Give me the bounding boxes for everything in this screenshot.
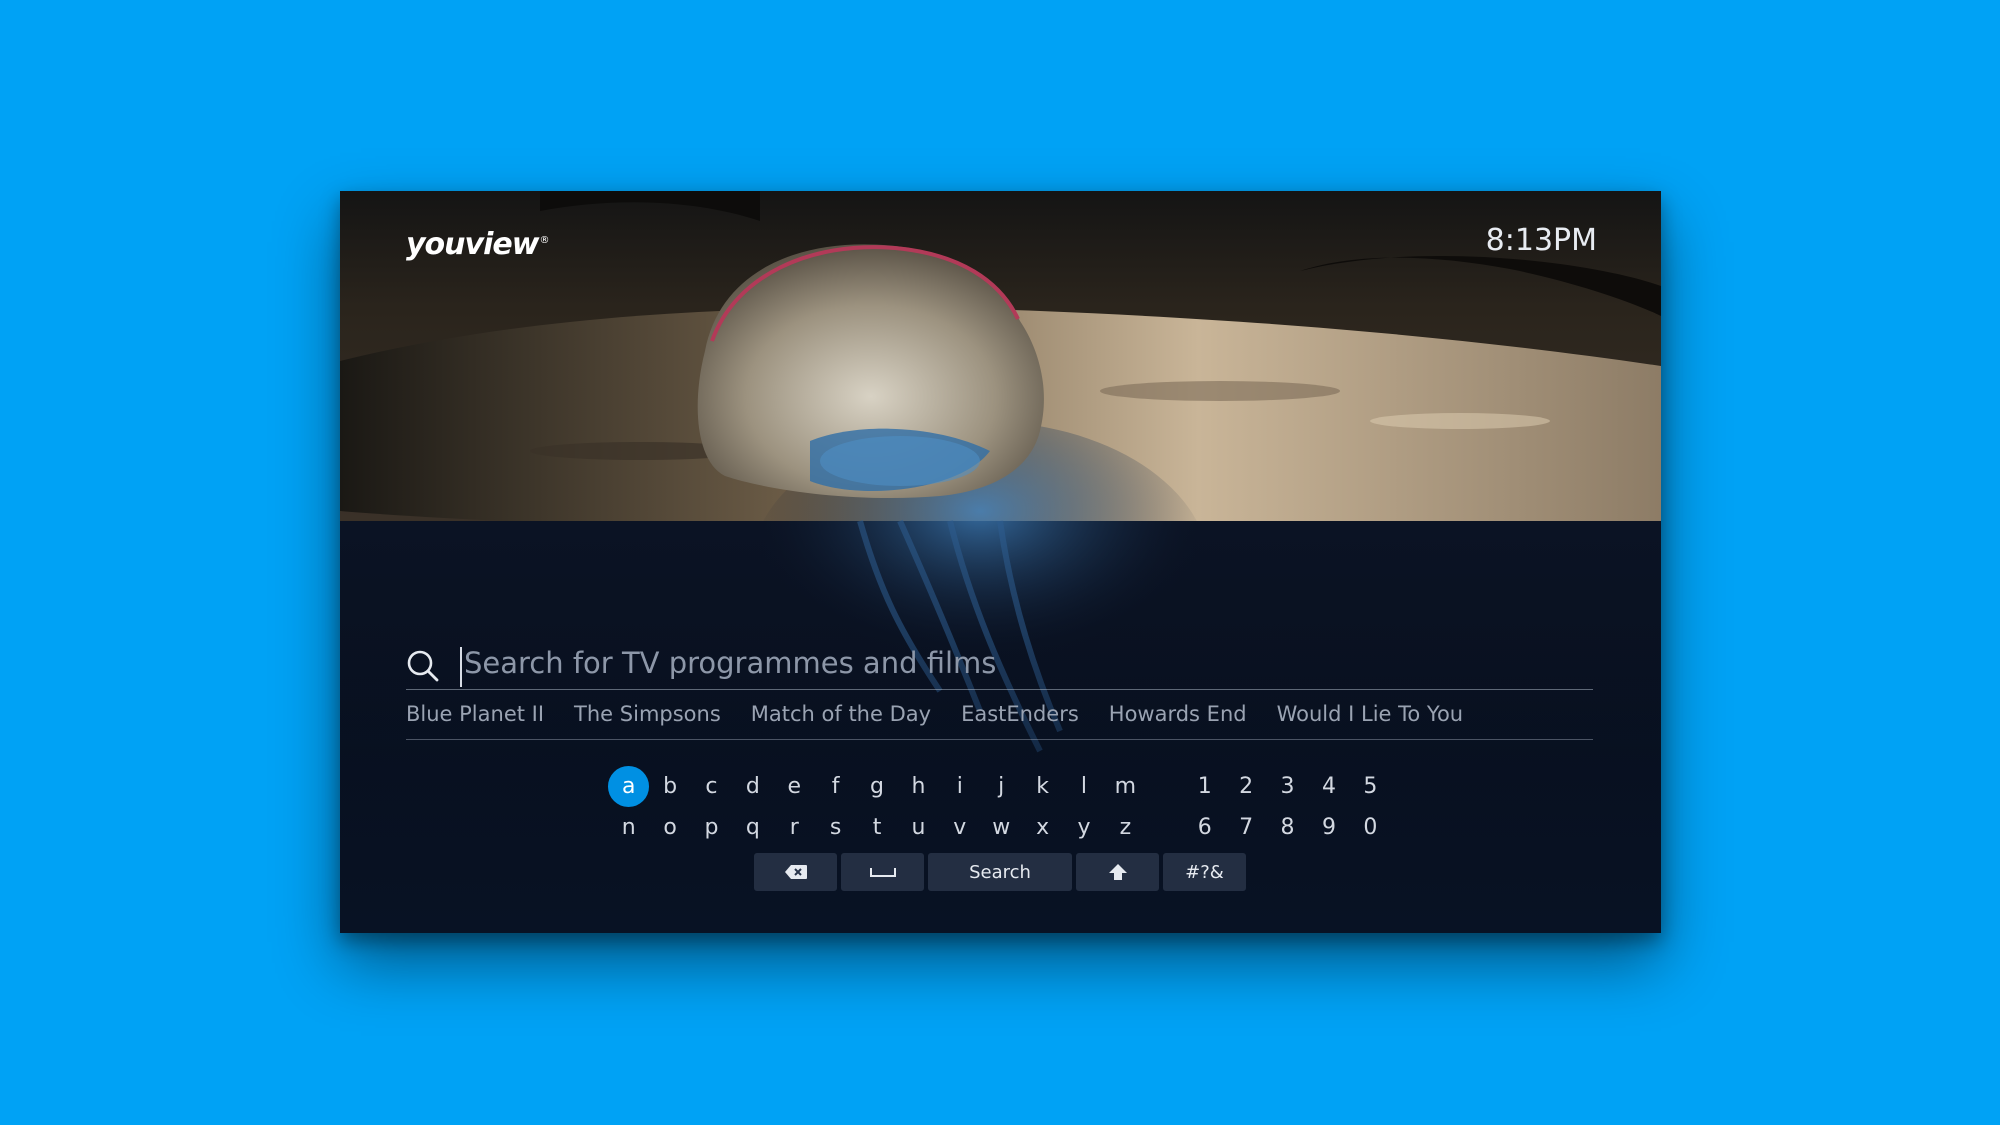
backspace-icon bbox=[784, 865, 807, 879]
keyboard-function-row: Search #?& bbox=[754, 853, 1246, 891]
key-j[interactable]: j bbox=[981, 766, 1022, 807]
key-a[interactable]: a bbox=[608, 766, 650, 807]
key-i[interactable]: i bbox=[939, 766, 980, 807]
key-r[interactable]: r bbox=[774, 807, 815, 848]
key-u[interactable]: u bbox=[898, 807, 939, 848]
space-button[interactable] bbox=[841, 853, 924, 891]
key-n[interactable]: n bbox=[608, 807, 649, 848]
key-6[interactable]: 6 bbox=[1184, 807, 1225, 848]
key-c[interactable]: c bbox=[691, 766, 732, 807]
suggestion-item[interactable]: EastEnders bbox=[961, 702, 1079, 726]
key-v[interactable]: v bbox=[939, 807, 980, 848]
symbols-button[interactable]: #?& bbox=[1163, 853, 1246, 891]
key-0[interactable]: 0 bbox=[1350, 807, 1391, 848]
keyboard-row-2: n o p q r s t u v w x y z 6 7 8 9 0 bbox=[608, 807, 1391, 848]
key-8[interactable]: 8 bbox=[1267, 807, 1308, 848]
key-t[interactable]: t bbox=[856, 807, 897, 848]
suggestion-item[interactable]: Howards End bbox=[1109, 702, 1247, 726]
space-icon bbox=[869, 868, 896, 877]
key-9[interactable]: 9 bbox=[1308, 807, 1349, 848]
key-l[interactable]: l bbox=[1063, 766, 1104, 807]
shift-icon bbox=[1108, 864, 1127, 880]
key-d[interactable]: d bbox=[732, 766, 773, 807]
suggestion-item[interactable]: Match of the Day bbox=[751, 702, 931, 726]
key-o[interactable]: o bbox=[649, 807, 690, 848]
text-cursor bbox=[460, 647, 462, 687]
key-w[interactable]: w bbox=[981, 807, 1022, 848]
key-7[interactable]: 7 bbox=[1225, 807, 1266, 848]
suggestion-item[interactable]: Blue Planet II bbox=[406, 702, 544, 726]
key-x[interactable]: x bbox=[1022, 807, 1063, 848]
key-m[interactable]: m bbox=[1105, 766, 1146, 807]
search-icon bbox=[407, 650, 439, 682]
logo-text: youview bbox=[406, 227, 539, 262]
keyboard-row-1: a b c d e f g h i j k l m 1 2 3 4 5 bbox=[608, 766, 1391, 807]
key-e[interactable]: e bbox=[774, 766, 815, 807]
key-g[interactable]: g bbox=[856, 766, 897, 807]
shift-button[interactable] bbox=[1076, 853, 1159, 891]
search-bar[interactable] bbox=[406, 641, 1593, 690]
key-z[interactable]: z bbox=[1105, 807, 1146, 848]
key-3[interactable]: 3 bbox=[1267, 766, 1308, 807]
search-input[interactable] bbox=[464, 641, 1564, 685]
clock: 8:13PM bbox=[1485, 223, 1597, 258]
search-button[interactable]: Search bbox=[928, 853, 1072, 891]
key-q[interactable]: q bbox=[732, 807, 773, 848]
key-p[interactable]: p bbox=[691, 807, 732, 848]
registered-mark: ® bbox=[539, 235, 549, 246]
tv-screen: youview® 8:13PM Blue Planet II The Simps… bbox=[340, 191, 1661, 933]
key-2[interactable]: 2 bbox=[1225, 766, 1266, 807]
key-k[interactable]: k bbox=[1022, 766, 1063, 807]
key-y[interactable]: y bbox=[1063, 807, 1104, 848]
key-1[interactable]: 1 bbox=[1184, 766, 1225, 807]
youview-logo: youview® bbox=[406, 227, 549, 262]
suggestion-item[interactable]: Would I Lie To You bbox=[1277, 702, 1464, 726]
key-5[interactable]: 5 bbox=[1350, 766, 1391, 807]
key-s[interactable]: s bbox=[815, 807, 856, 848]
key-f[interactable]: f bbox=[815, 766, 856, 807]
backspace-button[interactable] bbox=[754, 853, 837, 891]
key-4[interactable]: 4 bbox=[1308, 766, 1349, 807]
key-b[interactable]: b bbox=[649, 766, 690, 807]
key-h[interactable]: h bbox=[898, 766, 939, 807]
suggestion-list: Blue Planet II The Simpsons Match of the… bbox=[406, 689, 1593, 740]
suggestion-item[interactable]: The Simpsons bbox=[574, 702, 721, 726]
